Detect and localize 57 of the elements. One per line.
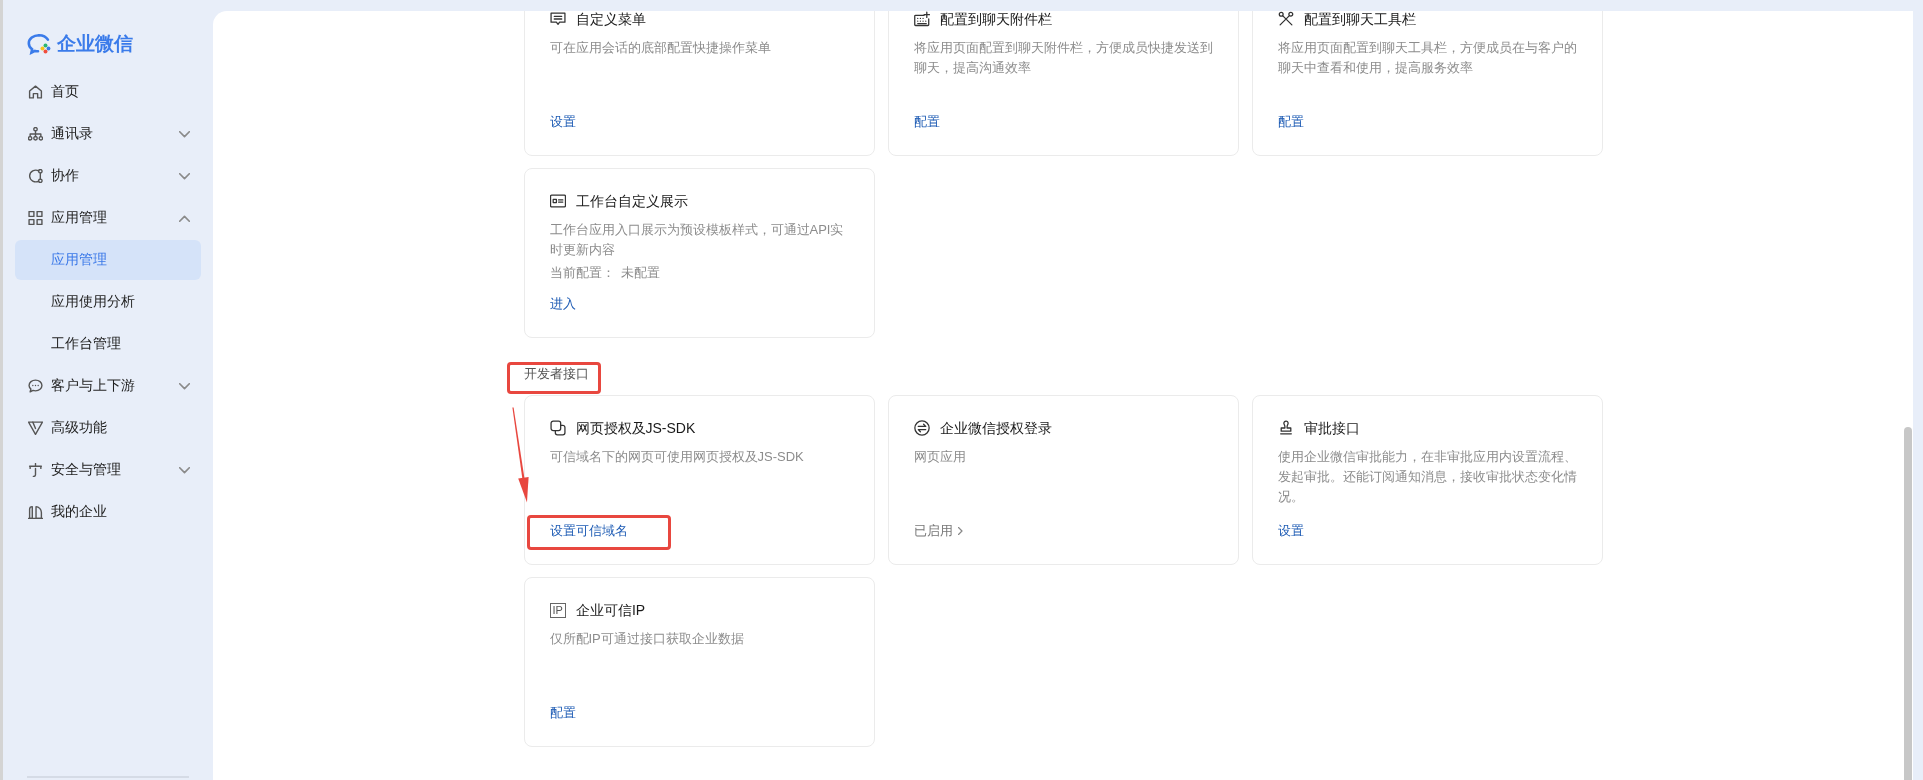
card-link[interactable]: 配置 <box>913 112 940 132</box>
stamp-icon <box>1277 420 1294 436</box>
card-title: 网页授权及JS-SDK <box>575 419 696 438</box>
card-description: 使用企业微信审批能力，在非审批应用内设置流程、发起审批。还能订阅通知消息，接收审批状态变化情况。 <box>1277 448 1578 506</box>
card-link[interactable]: 设置可信域名 <box>549 521 628 541</box>
card-title: 审批接口 <box>1303 419 1360 438</box>
section-title: 开发者接口 <box>523 365 589 383</box>
building-icon <box>28 505 43 519</box>
card-title: 企业可信IP <box>575 601 646 620</box>
scrollbar-thumb[interactable] <box>1904 427 1912 780</box>
nav-item[interactable]: 客户与上下游 <box>15 366 201 406</box>
card-link[interactable]: 进入 <box>549 294 576 314</box>
nodes-icon <box>28 169 43 183</box>
exchange-icon <box>913 420 930 436</box>
triangle-icon <box>28 421 43 435</box>
card-description: 工作台应用入口展示为预设模板样式，可通过API实时更新内容 <box>549 221 845 259</box>
overlap-squares-icon <box>549 420 566 436</box>
tools-icon <box>1277 11 1294 27</box>
card-title: 工作台自定义展示 <box>575 192 688 211</box>
logo-icon <box>27 33 51 55</box>
card-description: 可信域名下的网页可使用网页授权及JS-SDK <box>549 448 805 466</box>
card-description: 仅所配IP可通过接口获取企业数据 <box>549 630 745 648</box>
grid-icon <box>28 211 43 225</box>
card-description: 将应用页面配置到聊天工具栏，方便成员在与客户的聊天中查看和使用，提高服务效率 <box>1277 39 1578 77</box>
nav-subitem[interactable]: 工作台管理 <box>15 324 201 364</box>
card-link[interactable]: 配置 <box>1277 112 1304 132</box>
card-title: 企业微信授权登录 <box>939 419 1052 438</box>
card-link[interactable]: 设置 <box>549 112 576 132</box>
card-title: 配置到聊天工具栏 <box>1303 11 1416 29</box>
nav-item[interactable]: 安全与管理 <box>15 450 201 490</box>
card-description: 可在应用会话的底部配置快捷操作菜单 <box>549 39 772 57</box>
chat-bubble-icon <box>28 379 43 393</box>
card-title: 配置到聊天附件栏 <box>939 11 1052 29</box>
nav-item[interactable]: 应用管理 <box>15 198 201 238</box>
chevron-right-icon <box>957 527 963 535</box>
nav-item[interactable]: 我的企业 <box>15 492 201 532</box>
panel-icon <box>549 193 566 209</box>
menu-bubble-icon <box>549 11 566 27</box>
nav-subitem[interactable]: 应用使用分析 <box>15 282 201 322</box>
nav-item[interactable]: 高级功能 <box>15 408 201 448</box>
home-icon <box>28 85 43 99</box>
nav-item[interactable]: 通讯录 <box>15 114 201 154</box>
ip-badge: IP <box>549 602 566 618</box>
card-title: 自定义菜单 <box>575 11 646 29</box>
config-value: 未配置 <box>620 264 660 282</box>
card-link[interactable]: 配置 <box>549 703 576 723</box>
org-chart-icon <box>28 127 43 141</box>
card-description: 网页应用 <box>913 448 967 466</box>
keypad-icon <box>913 11 930 27</box>
nav-item[interactable]: 协作 <box>15 156 201 196</box>
status-link[interactable]: 已启用 <box>913 521 963 541</box>
config-label: 当前配置： <box>549 264 615 282</box>
nav-item[interactable]: 首页 <box>15 72 201 112</box>
umbrella-icon <box>28 463 43 477</box>
card-description: 将应用页面配置到聊天附件栏，方便成员快捷发送到聊天，提高沟通效率 <box>913 39 1214 77</box>
logo-text: 企业微信 <box>57 33 133 55</box>
card-link[interactable]: 设置 <box>1277 521 1304 541</box>
